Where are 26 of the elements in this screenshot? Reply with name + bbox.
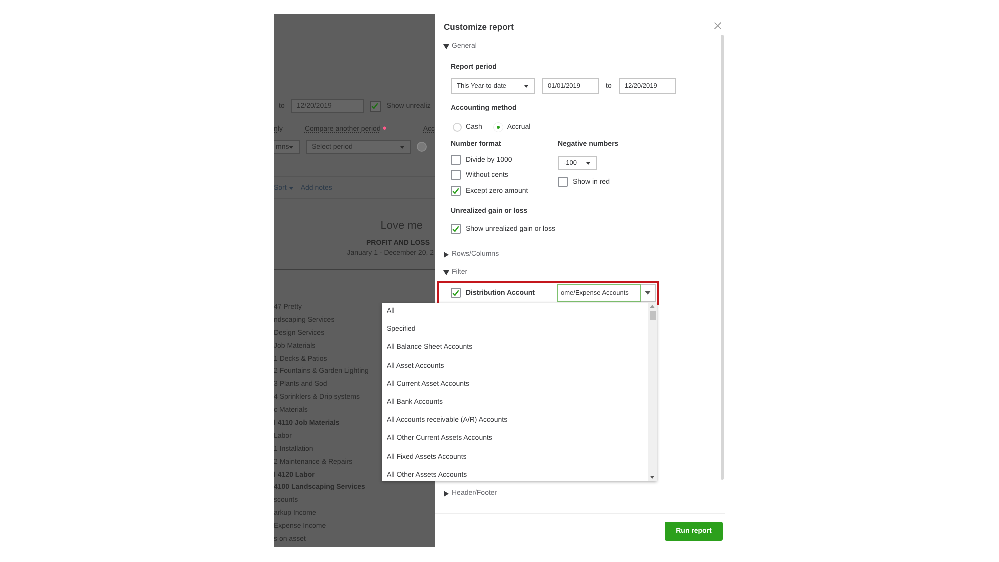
triangle-icon[interactable] (444, 44, 450, 50)
required-mark: • (382, 124, 387, 134)
dropdown-caret-button[interactable] (641, 284, 656, 302)
checkbox[interactable] (451, 170, 461, 180)
caret-icon (400, 146, 405, 148)
checkbox[interactable] (451, 155, 461, 165)
scroll-up-icon[interactable] (650, 305, 655, 308)
triangle-icon[interactable] (444, 270, 450, 276)
caret-icon (289, 146, 294, 148)
radio-button[interactable] (453, 122, 462, 132)
caret-icon (288, 186, 294, 190)
checkbox[interactable] (558, 177, 568, 187)
checkbox[interactable] (451, 224, 461, 234)
triangle-icon[interactable] (444, 491, 449, 497)
radio-icon[interactable] (417, 142, 427, 152)
caret-icon (524, 84, 529, 88)
checkbox[interactable] (451, 186, 461, 196)
triangle-icon[interactable] (444, 252, 449, 258)
checkbox[interactable] (451, 288, 461, 298)
checkbox[interactable] (370, 100, 381, 112)
panel-title: Customize report (444, 21, 514, 33)
caret-icon (645, 291, 651, 295)
caret-icon (586, 162, 591, 164)
scroll-down-icon[interactable] (650, 476, 655, 479)
close-icon[interactable] (714, 22, 722, 30)
scroll-thumb[interactable] (650, 311, 656, 320)
